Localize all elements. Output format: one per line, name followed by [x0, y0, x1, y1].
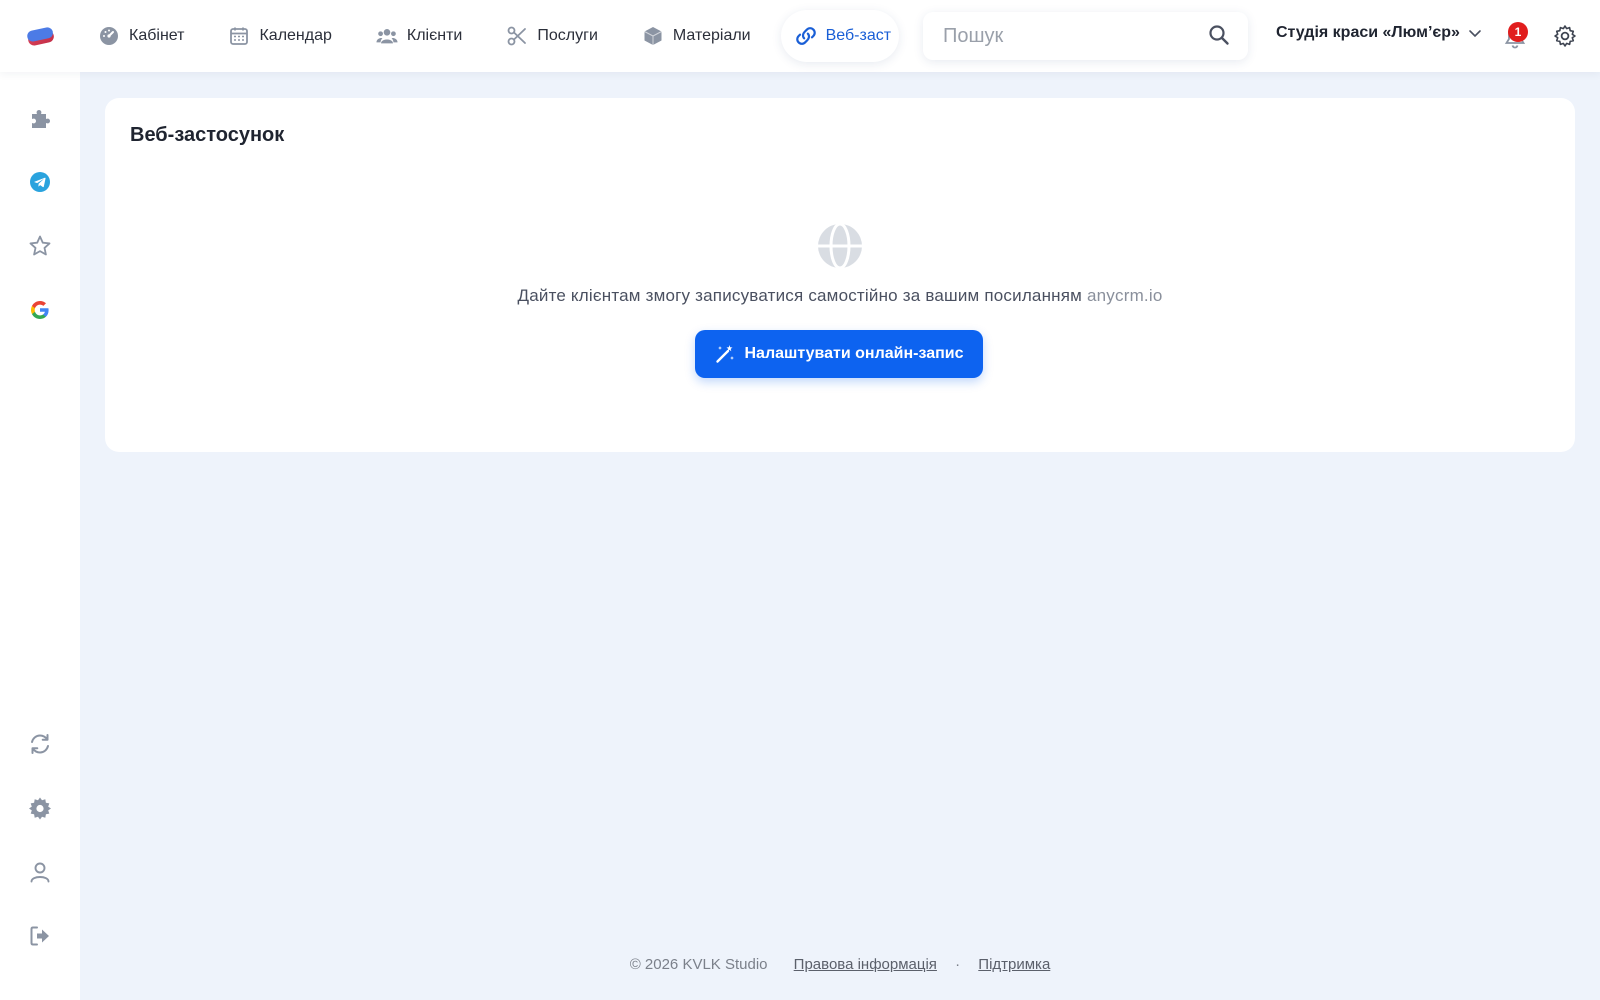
legal-info-link[interactable]: Правова інформація	[794, 956, 937, 973]
left-sidebar	[0, 72, 80, 1000]
users-icon	[376, 25, 398, 47]
description-main: Дайте клієнтам змогу записуватися самост…	[517, 286, 1083, 305]
studio-name: Студія краси «Люм’єр»	[1276, 24, 1460, 41]
nav-item-web-app[interactable]: Веб-заст	[780, 10, 899, 62]
nav-item-dashboard[interactable]: Кабінет	[84, 10, 198, 62]
web-app-card: Веб-застосунок Дайте клієнтам змогу запи…	[105, 98, 1575, 452]
search-input[interactable]	[943, 24, 1193, 48]
notification-badge: 1	[1508, 22, 1528, 42]
box-icon	[642, 25, 664, 47]
page-title: Веб-застосунок	[130, 124, 285, 146]
user-icon[interactable]	[28, 860, 52, 884]
calendar-icon	[228, 25, 250, 47]
dashboard-icon	[98, 25, 120, 47]
logout-icon[interactable]	[28, 924, 52, 948]
nav-item-services[interactable]: Послуги	[492, 10, 612, 62]
top-bar: Кабінет Календар Клієнти Послуги Матеріа…	[0, 0, 1600, 72]
nav-label: Послуги	[537, 27, 598, 44]
nav-item-calendar[interactable]: Календар	[214, 10, 345, 62]
star-icon[interactable]	[28, 234, 52, 258]
support-link[interactable]: Підтримка	[978, 956, 1050, 973]
search-icon[interactable]	[1208, 24, 1230, 46]
chevron-down-icon	[1469, 30, 1481, 38]
studio-selector[interactable]: Студія краси «Люм’єр»	[1276, 24, 1482, 42]
domain-text: anycrm.io	[1087, 286, 1163, 305]
scissors-icon	[506, 25, 528, 47]
nav-label: Клієнти	[406, 27, 463, 44]
magic-wand-icon	[715, 345, 734, 363]
puzzle-icon[interactable]	[28, 106, 52, 130]
copyright: © 2026 KVLK Studio	[629, 956, 768, 973]
telegram-icon[interactable]	[28, 170, 52, 194]
footer-separator: ·	[955, 956, 961, 973]
google-icon[interactable]	[28, 298, 52, 322]
search-box	[923, 12, 1248, 60]
nav-item-clients[interactable]: Клієнти	[362, 10, 476, 62]
main-nav: Кабінет Календар Клієнти Послуги Матеріа…	[84, 10, 899, 62]
link-icon	[795, 25, 817, 47]
gear-icon[interactable]	[1553, 24, 1577, 48]
nav-label: Календар	[259, 27, 332, 44]
app-logo-icon[interactable]	[24, 22, 58, 50]
globe-icon	[818, 222, 862, 270]
nav-label: Кабінет	[129, 27, 185, 44]
setup-online-booking-button[interactable]: Налаштувати онлайн-запис	[695, 330, 983, 378]
footer: © 2026 KVLK Studio Правова інформація · …	[80, 956, 1600, 973]
settings-icon[interactable]	[28, 796, 52, 820]
nav-label: Веб-заст	[825, 27, 892, 44]
nav-label: Матеріали	[672, 27, 751, 44]
nav-item-materials[interactable]: Матеріали	[628, 10, 765, 62]
setup-online-booking-label: Налаштувати онлайн-запис	[744, 345, 964, 362]
refresh-icon[interactable]	[28, 732, 52, 756]
description-text: Дайте клієнтам змогу записуватися самост…	[105, 286, 1575, 306]
